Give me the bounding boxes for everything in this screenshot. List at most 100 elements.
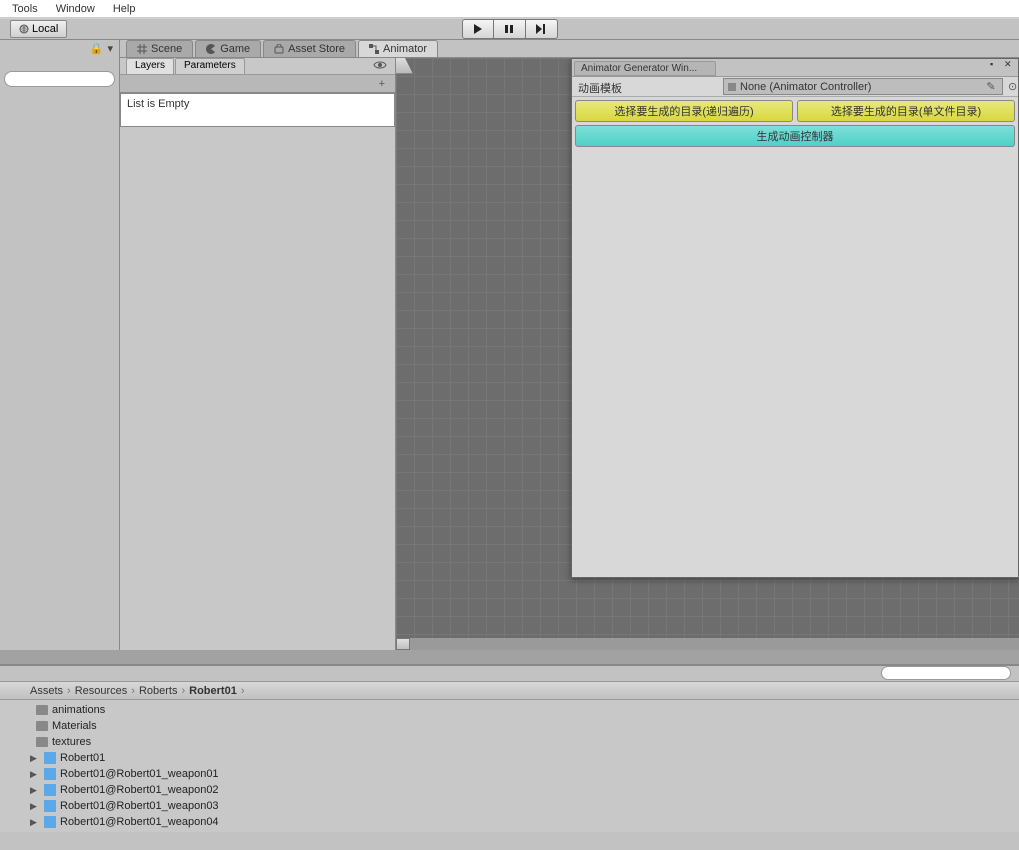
animator-body: Layers Parameters + List is Empty	[120, 58, 1019, 650]
breadcrumb-item[interactable]: Robert01	[189, 685, 237, 697]
prefab-icon	[44, 752, 56, 764]
asset-name: Robert01	[60, 752, 105, 764]
main-menu-bar: Tools Window Help	[0, 0, 1019, 18]
template-object-field[interactable]: None (Animator Controller) ✎	[723, 78, 1003, 95]
tab-animator[interactable]: Animator	[358, 40, 438, 57]
prefab-icon	[44, 800, 56, 812]
hierarchy-panel: 🔒 ▾	[0, 40, 120, 650]
hierarchy-search-input[interactable]	[4, 71, 115, 87]
tab-asset-store-label: Asset Store	[288, 43, 345, 55]
chevron-right-icon: ›	[241, 685, 245, 697]
layers-list: List is Empty	[120, 93, 395, 127]
editor-middle: 🔒 ▾ Scene Game Asset Stor	[0, 40, 1019, 650]
object-field-icon	[728, 83, 736, 91]
animator-sidebar: Layers Parameters + List is Empty	[120, 58, 396, 650]
tab-scene[interactable]: Scene	[126, 40, 193, 57]
menu-help[interactable]: Help	[113, 3, 136, 15]
asset-name: Robert01@Robert01_weapon02	[60, 784, 219, 796]
window-close-icon[interactable]: ✕	[1004, 59, 1016, 71]
globe-icon	[19, 24, 29, 34]
menu-tools[interactable]: Tools	[12, 3, 38, 15]
bag-icon	[274, 44, 284, 54]
folder-icon	[36, 737, 48, 747]
animator-icon	[369, 44, 379, 54]
prefab-row[interactable]: ▶ Robert01	[0, 750, 1019, 766]
pacman-icon	[206, 44, 216, 54]
chevron-right-icon: ›	[181, 685, 185, 697]
project-tree: animations Materials textures ▶Robert01 …	[0, 700, 1019, 832]
window-titlebar[interactable]: Animator Generator Win... ▪ ✕	[572, 59, 1018, 77]
expand-arrow-icon[interactable]: ▶	[30, 817, 40, 828]
prefab-row[interactable]: ▶ Robert01@Robert01_weapon03	[0, 798, 1019, 814]
graph-scrollbar-thumb[interactable]	[396, 638, 410, 650]
expand-arrow-icon[interactable]: ▶	[30, 801, 40, 812]
tabs-row: Scene Game Asset Store Animator	[120, 40, 1019, 58]
breadcrumb-item[interactable]: Assets	[30, 685, 63, 697]
tab-game-label: Game	[220, 43, 250, 55]
folder-icon	[36, 721, 48, 731]
toolbar: Local	[0, 18, 1019, 40]
asset-name: Robert01@Robert01_weapon04	[60, 816, 219, 828]
lock-icon[interactable]: 🔒	[90, 42, 104, 55]
tab-scene-label: Scene	[151, 43, 182, 55]
prefab-icon	[44, 816, 56, 828]
prefab-row[interactable]: ▶ Robert01@Robert01_weapon02	[0, 782, 1019, 798]
local-label: Local	[32, 23, 58, 35]
local-toggle-button[interactable]: Local	[10, 20, 67, 38]
tab-game[interactable]: Game	[195, 40, 261, 57]
folder-icon	[36, 705, 48, 715]
generate-animator-button[interactable]: 生成动画控制器	[575, 125, 1015, 147]
animator-generator-window: Animator Generator Win... ▪ ✕ 动画模板 None …	[571, 58, 1019, 578]
folder-name: textures	[52, 736, 91, 748]
empty-list-label: List is Empty	[127, 98, 189, 110]
main-view: Scene Game Asset Store Animator	[120, 40, 1019, 650]
asset-name: Robert01@Robert01_weapon01	[60, 768, 219, 780]
grid-icon	[137, 44, 147, 54]
template-value: None (Animator Controller)	[740, 81, 980, 93]
menu-window[interactable]: Window	[56, 3, 95, 15]
folder-name: Materials	[52, 720, 97, 732]
graph-scrollbar-h[interactable]	[396, 638, 1019, 650]
pencil-icon[interactable]: ✎	[984, 80, 998, 93]
expand-arrow-icon[interactable]: ▶	[30, 769, 40, 780]
expand-arrow-icon[interactable]: ▶	[30, 785, 40, 796]
project-search-input[interactable]	[881, 666, 1011, 680]
asset-name: Robert01@Robert01_weapon03	[60, 800, 219, 812]
project-panel: Assets › Resources › Roberts › Robert01 …	[0, 664, 1019, 850]
project-toolbar	[0, 666, 1019, 682]
template-field-row: 动画模板 None (Animator Controller) ✎ ⊙	[572, 77, 1018, 97]
folder-row[interactable]: animations	[0, 702, 1019, 718]
subtab-parameters[interactable]: Parameters	[175, 58, 245, 74]
animator-subtabs: Layers Parameters	[120, 58, 395, 75]
playback-controls	[462, 19, 558, 39]
folder-row[interactable]: Materials	[0, 718, 1019, 734]
select-dir-single-button[interactable]: 选择要生成的目录(单文件目录)	[797, 100, 1015, 122]
pause-button[interactable]	[494, 19, 526, 39]
prefab-icon	[44, 784, 56, 796]
breadcrumb-item[interactable]: Resources	[75, 685, 128, 697]
select-dir-recursive-button[interactable]: 选择要生成的目录(递归遍历)	[575, 100, 793, 122]
prefab-icon	[44, 768, 56, 780]
breadcrumb-item[interactable]: Roberts	[139, 685, 178, 697]
project-breadcrumb: Assets › Resources › Roberts › Robert01 …	[0, 682, 1019, 700]
prefab-row[interactable]: ▶ Robert01@Robert01_weapon01	[0, 766, 1019, 782]
window-menu-icon[interactable]: ▪	[990, 59, 1002, 71]
step-button[interactable]	[526, 19, 558, 39]
chevron-right-icon: ›	[67, 685, 71, 697]
window-title: Animator Generator Win...	[574, 61, 716, 76]
subtab-layers[interactable]: Layers	[126, 58, 174, 74]
object-picker-icon[interactable]: ⊙	[1004, 77, 1018, 96]
add-layer-row: +	[120, 75, 395, 93]
template-label: 动画模板	[572, 77, 722, 96]
animator-graph[interactable]: Animator Generator Win... ▪ ✕ 动画模板 None …	[396, 58, 1019, 650]
tab-asset-store[interactable]: Asset Store	[263, 40, 356, 57]
folder-row[interactable]: textures	[0, 734, 1019, 750]
eye-icon[interactable]	[373, 60, 387, 70]
expand-arrow-icon[interactable]: ▶	[30, 753, 40, 764]
prefab-row[interactable]: ▶ Robert01@Robert01_weapon04	[0, 814, 1019, 830]
play-button[interactable]	[462, 19, 494, 39]
plus-icon[interactable]: +	[379, 78, 385, 90]
tab-animator-label: Animator	[383, 43, 427, 55]
dropdown-icon[interactable]: ▾	[107, 42, 113, 55]
folder-name: animations	[52, 704, 105, 716]
